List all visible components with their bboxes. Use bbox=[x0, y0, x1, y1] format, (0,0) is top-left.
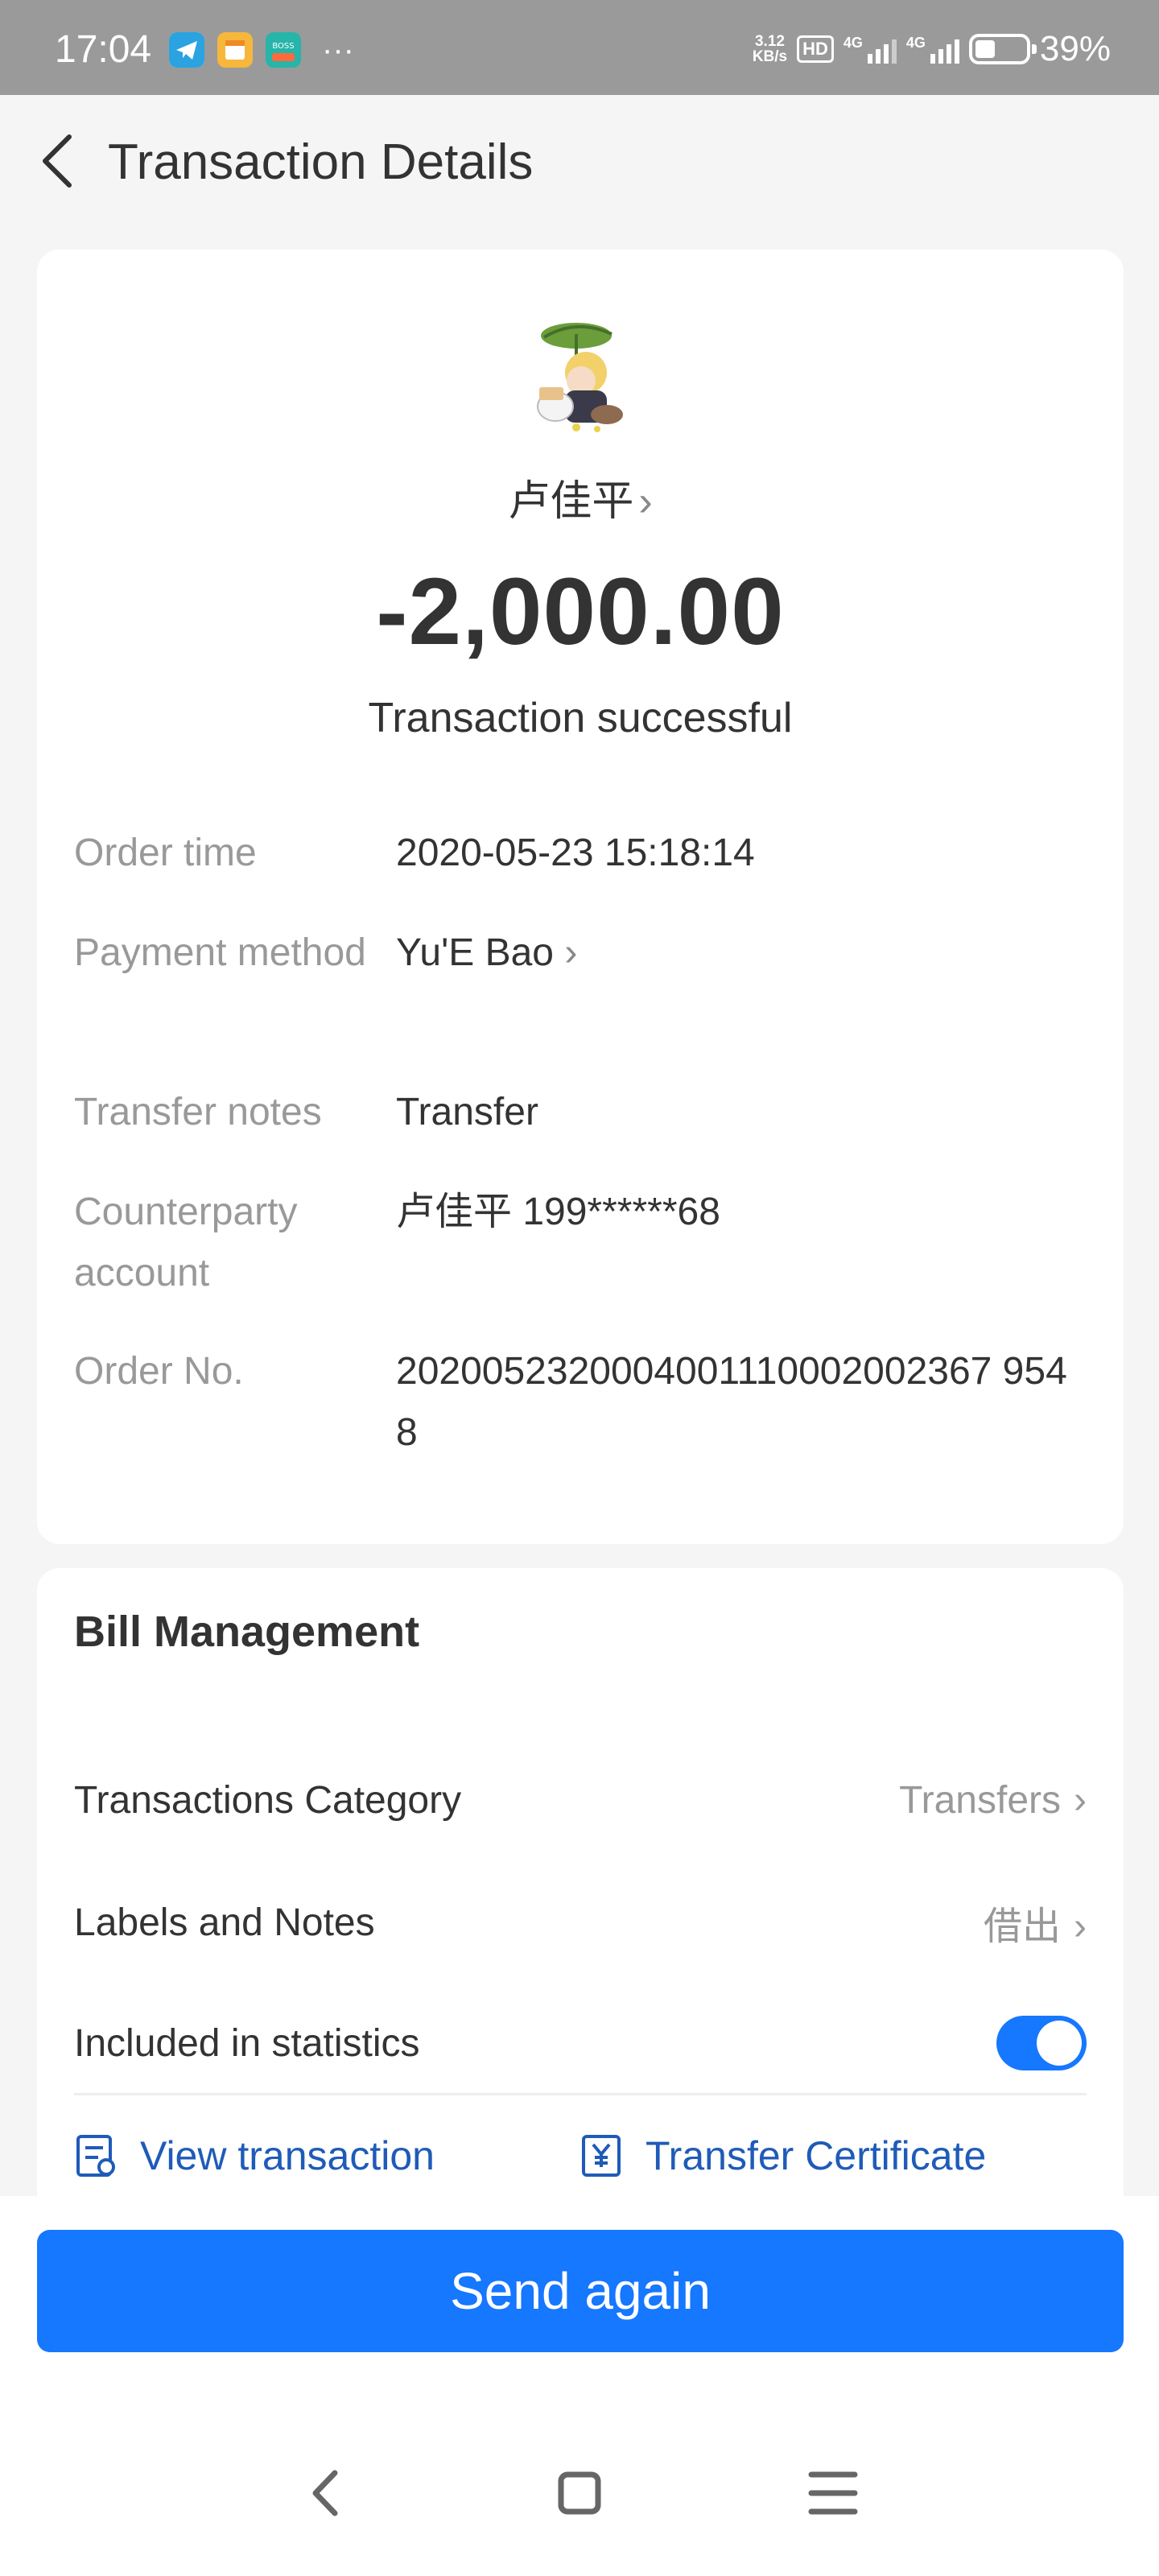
nav-menu-icon bbox=[808, 2471, 858, 2515]
detail-row-counterparty: Counterparty account 卢佳平 199******68 bbox=[74, 1182, 1087, 1304]
status-indicators: 3.12 KB/s HD 4G 4G 39% bbox=[753, 29, 1111, 69]
bottom-action-bar: Send again bbox=[0, 2196, 1159, 2576]
category-value-group: Transfers › bbox=[899, 1778, 1087, 1823]
battery-icon bbox=[968, 34, 1037, 64]
chevron-right-icon: › bbox=[1074, 1778, 1087, 1822]
transfer-certificate-link[interactable]: Transfer Certificate bbox=[580, 2132, 986, 2180]
detail-value: 2020-05-23 15:18:14 bbox=[396, 832, 755, 874]
transactions-category-row[interactable]: Transactions Category Transfers › bbox=[74, 1760, 1087, 1840]
detail-label: Payment method bbox=[74, 931, 366, 974]
detail-label: Transfer notes bbox=[74, 1091, 322, 1133]
signal-label-1: 4G bbox=[843, 35, 863, 51]
transaction-card: 卢佳平 › -2,000.00 Transaction successful Or… bbox=[37, 250, 1124, 1544]
statistics-row: Included in statistics bbox=[74, 2003, 1087, 2083]
transaction-status: Transaction successful bbox=[368, 695, 793, 741]
view-transaction-link[interactable]: View transaction bbox=[74, 2132, 435, 2180]
signal-label-2: 4G bbox=[905, 35, 926, 51]
payee-name: 卢佳平 bbox=[508, 478, 634, 525]
view-transaction-label: View transaction bbox=[140, 2133, 435, 2178]
nav-back-icon bbox=[312, 2470, 338, 2516]
statistics-toggle[interactable] bbox=[996, 2016, 1087, 2070]
boss-app-icon: BOSS bbox=[266, 32, 301, 68]
page-title: Transaction Details bbox=[108, 134, 534, 190]
more-notifications-icon: ··· bbox=[322, 32, 354, 68]
battery-percent: 39% bbox=[1039, 29, 1111, 68]
network-speed-value: 3.12 bbox=[754, 33, 785, 50]
transaction-amount: -2,000.00 bbox=[376, 559, 785, 665]
send-again-button[interactable]: Send again bbox=[37, 2230, 1124, 2352]
hd-voice-icon: HD bbox=[797, 35, 834, 63]
notes-value: 借出 bbox=[984, 1905, 1062, 1948]
detail-value: Transfer bbox=[396, 1091, 538, 1133]
chevron-right-icon: › bbox=[564, 931, 578, 974]
detail-value: 卢佳平 199******68 bbox=[396, 1191, 720, 1233]
divider bbox=[74, 2093, 1087, 2095]
detail-label: Order time bbox=[74, 832, 257, 874]
telegram-app-icon bbox=[169, 32, 204, 68]
category-label: Transactions Category bbox=[74, 1778, 462, 1822]
certificate-icon bbox=[582, 2135, 621, 2177]
network-speed: 3.12 KB/s bbox=[753, 34, 787, 64]
system-nav-bar bbox=[0, 2457, 1159, 2545]
nav-menu-button[interactable] bbox=[797, 2457, 869, 2529]
notes-label: Labels and Notes bbox=[74, 1901, 375, 1944]
statistics-label: Included in statistics bbox=[74, 2021, 420, 2065]
category-value: Transfers bbox=[899, 1778, 1062, 1822]
nav-home-icon bbox=[558, 2471, 601, 2515]
page-header: Transaction Details bbox=[0, 95, 1159, 232]
notes-app-icon bbox=[217, 32, 253, 68]
detail-value: 2020052320004001110002002367 9548 bbox=[396, 1350, 1067, 1454]
svg-text:BOSS: BOSS bbox=[272, 42, 294, 51]
chevron-right-icon: › bbox=[638, 478, 653, 525]
status-bar: 17:04 BOSS ··· 3.12 KB/s HD 4G 4G 39% bbox=[0, 0, 1159, 95]
detail-row-payment-method: Payment method Yu'E Bao › bbox=[74, 923, 1087, 984]
status-app-icons: BOSS ··· bbox=[169, 32, 354, 68]
signal-icon-2: 4G bbox=[906, 35, 959, 64]
network-speed-unit: KB/s bbox=[752, 48, 788, 65]
detail-row-order-time: Order time 2020-05-23 15:18:14 bbox=[74, 823, 1087, 884]
payee-avatar[interactable] bbox=[528, 310, 636, 439]
transfer-certificate-label: Transfer Certificate bbox=[645, 2133, 987, 2178]
detail-label: Order No. bbox=[74, 1350, 244, 1393]
nav-back-button[interactable] bbox=[290, 2457, 362, 2529]
bill-management-card: Bill Management Transactions Category Tr… bbox=[37, 1568, 1124, 2196]
payee-name-link[interactable]: 卢佳平 › bbox=[37, 467, 1124, 527]
signal-icon-1: 4G bbox=[843, 35, 897, 64]
detail-row-transfer-notes: Transfer notes Transfer bbox=[74, 1082, 1087, 1143]
detail-value: Yu'E Bao bbox=[396, 931, 554, 974]
payment-method-link[interactable]: Yu'E Bao › bbox=[396, 923, 1087, 984]
labels-notes-row[interactable]: Labels and Notes 借出 › bbox=[74, 1882, 1087, 1963]
detail-label: Counterparty account bbox=[74, 1191, 298, 1294]
document-icon bbox=[76, 2135, 115, 2177]
chevron-right-icon: › bbox=[1074, 1905, 1087, 1948]
status-time: 17:04 bbox=[55, 28, 152, 71]
back-arrow-icon bbox=[43, 134, 72, 188]
notes-value-group: 借出 › bbox=[984, 1894, 1087, 1951]
detail-row-order-no: Order No. 2020052320004001110002002367 9… bbox=[74, 1341, 1087, 1463]
section-title: Bill Management bbox=[74, 1608, 420, 1656]
nav-home-button[interactable] bbox=[543, 2457, 616, 2529]
back-button[interactable] bbox=[32, 127, 89, 192]
